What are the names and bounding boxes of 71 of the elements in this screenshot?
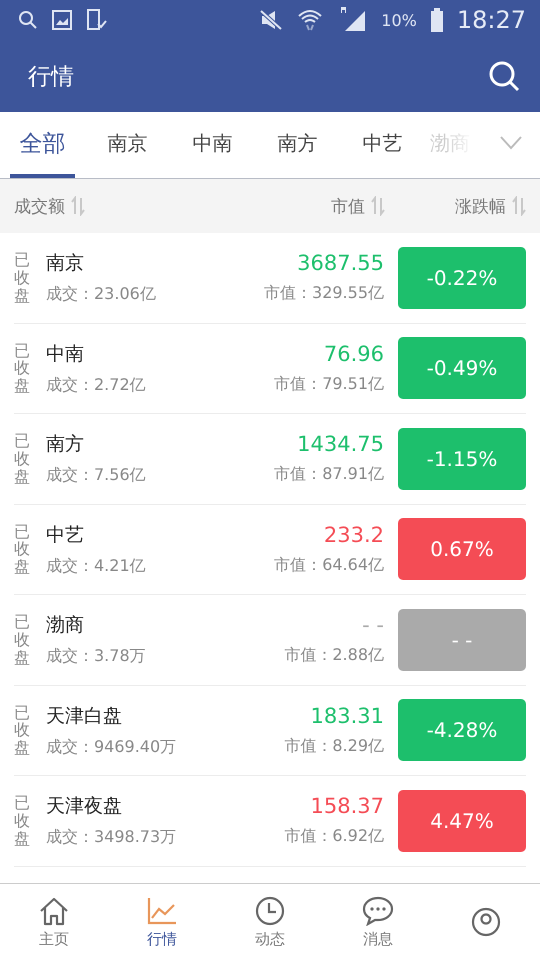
phone-check-icon	[86, 9, 108, 31]
image-icon	[52, 10, 72, 30]
market-cap-text: 市值：87.91亿	[274, 464, 384, 486]
chat-bubble-icon	[362, 896, 394, 926]
price-text: 233.2	[324, 522, 384, 547]
market-cap-text: 市值：329.55亿	[264, 283, 384, 304]
change-badge: 4.47%	[398, 790, 526, 852]
chevron-down-icon[interactable]	[500, 136, 522, 150]
search-icon[interactable]	[488, 60, 520, 92]
market-cap-text: 市值：2.88亿	[284, 645, 384, 666]
change-badge: -4.28%	[398, 699, 526, 762]
price-text: 158.37	[310, 794, 384, 818]
change-badge: 0.67%	[398, 518, 526, 580]
battery-icon	[430, 8, 443, 32]
nav-tab[interactable]: 消息	[324, 884, 432, 960]
nav-tab[interactable]: 主页	[0, 884, 108, 960]
market-name: 天津白盘	[46, 704, 123, 729]
price-text: 76.96	[324, 342, 384, 366]
change-badge: -1.15%	[398, 428, 526, 490]
column-header: 涨跌幅	[455, 196, 506, 218]
closed-status: 已收盘	[14, 704, 30, 757]
market-tab[interactable]: 中艺	[340, 112, 425, 178]
market-cap-text: 市值：79.51亿	[274, 374, 384, 395]
volume-text: 成交：9469.40万	[46, 736, 178, 758]
closed-status: 已收盘	[14, 432, 30, 486]
price-text: - -	[362, 613, 384, 638]
closed-status: 已收盘	[14, 522, 30, 576]
change-badge: -0.22%	[398, 246, 526, 309]
market-name: 南京	[46, 251, 85, 276]
sort-icon[interactable]	[512, 196, 526, 216]
change-badge: -0.49%	[398, 337, 526, 400]
market-cap-text: 市值：8.29亿	[284, 736, 384, 757]
mute-icon	[259, 9, 284, 31]
sort-icon[interactable]	[71, 196, 85, 216]
volume-text: 成交：4.21亿	[46, 556, 147, 577]
home-icon	[38, 896, 70, 926]
market-tab[interactable]: 中南	[170, 112, 255, 178]
change-badge: - -	[398, 608, 526, 671]
closed-status: 已收盘	[14, 613, 30, 666]
market-name: 中南	[46, 342, 85, 367]
volume-text: 成交：3498.73万	[46, 827, 178, 848]
closed-status: 已收盘	[14, 251, 30, 304]
nav-tab[interactable]: 行情	[108, 884, 216, 960]
market-cap-text: 市值：64.64亿	[274, 554, 384, 576]
column-header: 市值	[331, 196, 365, 218]
volume-text: 成交：2.72亿	[46, 374, 147, 396]
price-text: 1434.75	[297, 432, 384, 456]
page-title: 行情	[28, 62, 74, 92]
market-tab[interactable]: 南方	[255, 112, 340, 178]
volume-text: 成交：7.56亿	[46, 465, 147, 486]
battery-percentage: 10%	[381, 10, 417, 30]
closed-status: 已收盘	[14, 794, 30, 848]
clock-time: 18:27	[456, 6, 526, 34]
market-name: 南方	[46, 432, 85, 458]
nav-tab[interactable]: 动态	[216, 884, 324, 960]
price-text: 3687.55	[297, 251, 384, 276]
column-header: 成交额	[14, 196, 65, 218]
sort-icon[interactable]	[371, 196, 385, 216]
volume-text: 成交：23.06亿	[46, 284, 157, 306]
market-name: 渤商	[46, 613, 85, 638]
search-icon	[18, 10, 38, 30]
market-name: 天津夜盘	[46, 794, 123, 820]
closed-status: 已收盘	[14, 342, 30, 395]
market-name: 中艺	[46, 522, 85, 548]
price-text: 183.31	[310, 704, 384, 728]
market-tab[interactable]: 南京	[85, 112, 170, 178]
market-cap-text: 市值：6.92亿	[284, 826, 384, 848]
volume-text: 成交：3.78万	[46, 646, 147, 668]
wifi-icon	[297, 8, 324, 32]
clock-icon	[254, 896, 286, 926]
line-chart-icon	[146, 896, 178, 926]
